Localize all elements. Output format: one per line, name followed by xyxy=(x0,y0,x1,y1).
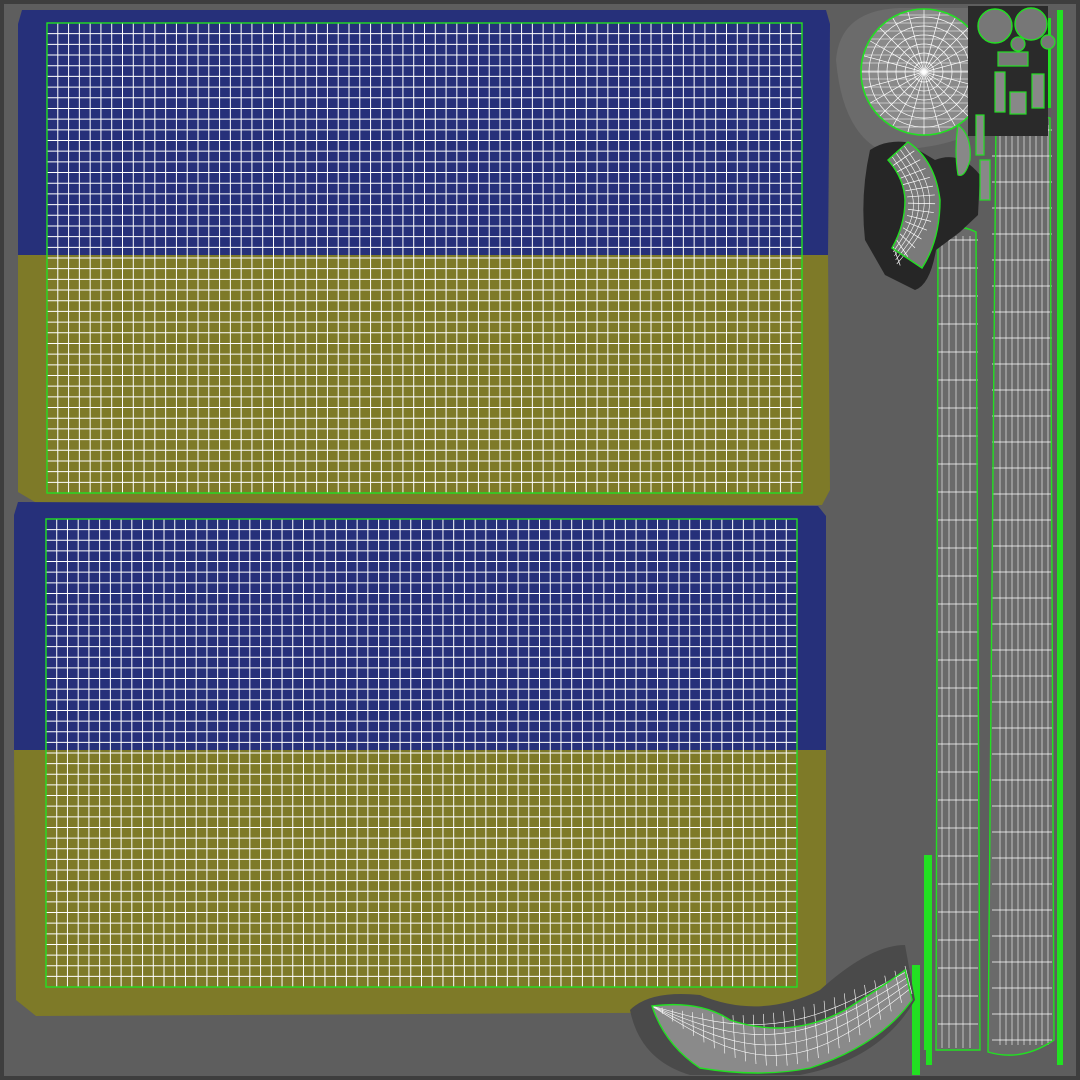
small-bar-2 xyxy=(995,72,1005,112)
pole-strip-tall-bg xyxy=(988,115,1054,1056)
pole-strip-medium xyxy=(935,226,981,1051)
pole-strip-tall xyxy=(987,114,1055,1056)
small-bar-1 xyxy=(998,52,1028,66)
flag-panel-top-grid xyxy=(47,23,802,493)
uv-layout-svg xyxy=(0,0,1080,1080)
small-bar-4 xyxy=(1032,74,1044,108)
pole-strip-thin-e xyxy=(926,950,932,1065)
uv-texture-canvas xyxy=(0,0,1080,1080)
pole-strip-medium-bg xyxy=(936,227,980,1050)
small-bar-5 xyxy=(976,115,984,155)
flag-panel-bottom xyxy=(14,502,826,1016)
flag-panel-bottom-grid xyxy=(46,519,797,987)
small-bar-6 xyxy=(980,160,990,200)
pole-strip-thin-d xyxy=(912,965,920,1075)
pole-strip-thin-a xyxy=(1057,10,1063,1065)
flag-panel-top xyxy=(18,10,830,505)
small-bar-3 xyxy=(1010,92,1026,114)
